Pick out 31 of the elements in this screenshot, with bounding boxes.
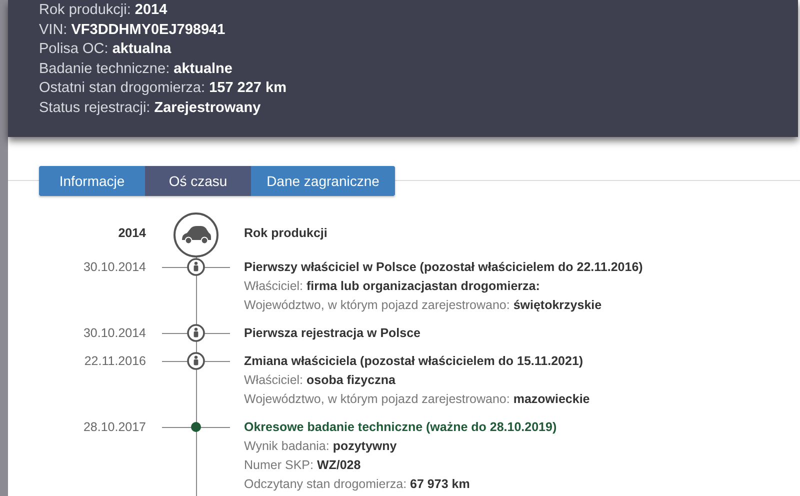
summary-line: Ostatni stan drogomierza: 157 227 km xyxy=(39,79,288,98)
summary-line: Polisa OC: aktualna xyxy=(39,40,172,60)
summary-line: Status rejestracji: Zarejestrowany xyxy=(39,98,262,118)
event-date: 30.10.2014 xyxy=(83,260,146,274)
event-title: Zmiana właściciela (pozostał właścicielem do 15.11.2021) xyxy=(244,352,584,370)
event-title: Okresowe badanie techniczne (ważne do 28.10.2019) xyxy=(244,418,557,436)
person-icon xyxy=(187,324,205,342)
tab[interactable]: Oś czasu xyxy=(145,166,251,196)
event-detail: Numer SKP: WZ/028 xyxy=(244,456,362,474)
event-date: 28.10.2017 xyxy=(83,420,146,434)
event-title: Rok produkcji xyxy=(244,224,328,242)
tab[interactable]: Dane zagraniczne xyxy=(251,166,395,196)
event-detail: Odczytany stan drogomierza: 67 973 km xyxy=(244,476,471,493)
summary-line: Badanie techniczne: aktualne xyxy=(39,60,234,79)
person-icon xyxy=(187,258,205,276)
event-detail: Województwo, w którym pojazd zarejestrowano: mazowieckie xyxy=(244,390,590,408)
event-date: 2014 xyxy=(118,226,146,240)
event-detail: Województwo, w którym pojazd zarejestrowano: świętokrzyskie xyxy=(244,296,603,314)
event-date: 22.11.2016 xyxy=(84,354,146,368)
summary-line: VIN: VF3DDHMY0EJ798941 xyxy=(39,20,226,40)
summary-line: Rok produkcji: 2014 xyxy=(39,1,168,20)
event-date: 30.10.2014 xyxy=(83,326,146,340)
event-detail: Wynik badania: pozytywny xyxy=(244,438,398,455)
event-title: Pierwsza rejestracja w Polsce xyxy=(244,324,420,342)
event-detail: Właściciel: firma lub organizacjastan drogomierza: xyxy=(244,278,541,295)
person-icon xyxy=(187,352,205,370)
timeline-dot xyxy=(191,422,201,432)
event-title: Pierwszy właściciel w Polsce (pozostał właścicielem do 22.11.2016) xyxy=(244,258,643,276)
event-detail: Właściciel: osoba fizyczna xyxy=(244,372,396,389)
tab[interactable]: Informacje xyxy=(39,166,145,196)
car-icon xyxy=(173,212,219,258)
